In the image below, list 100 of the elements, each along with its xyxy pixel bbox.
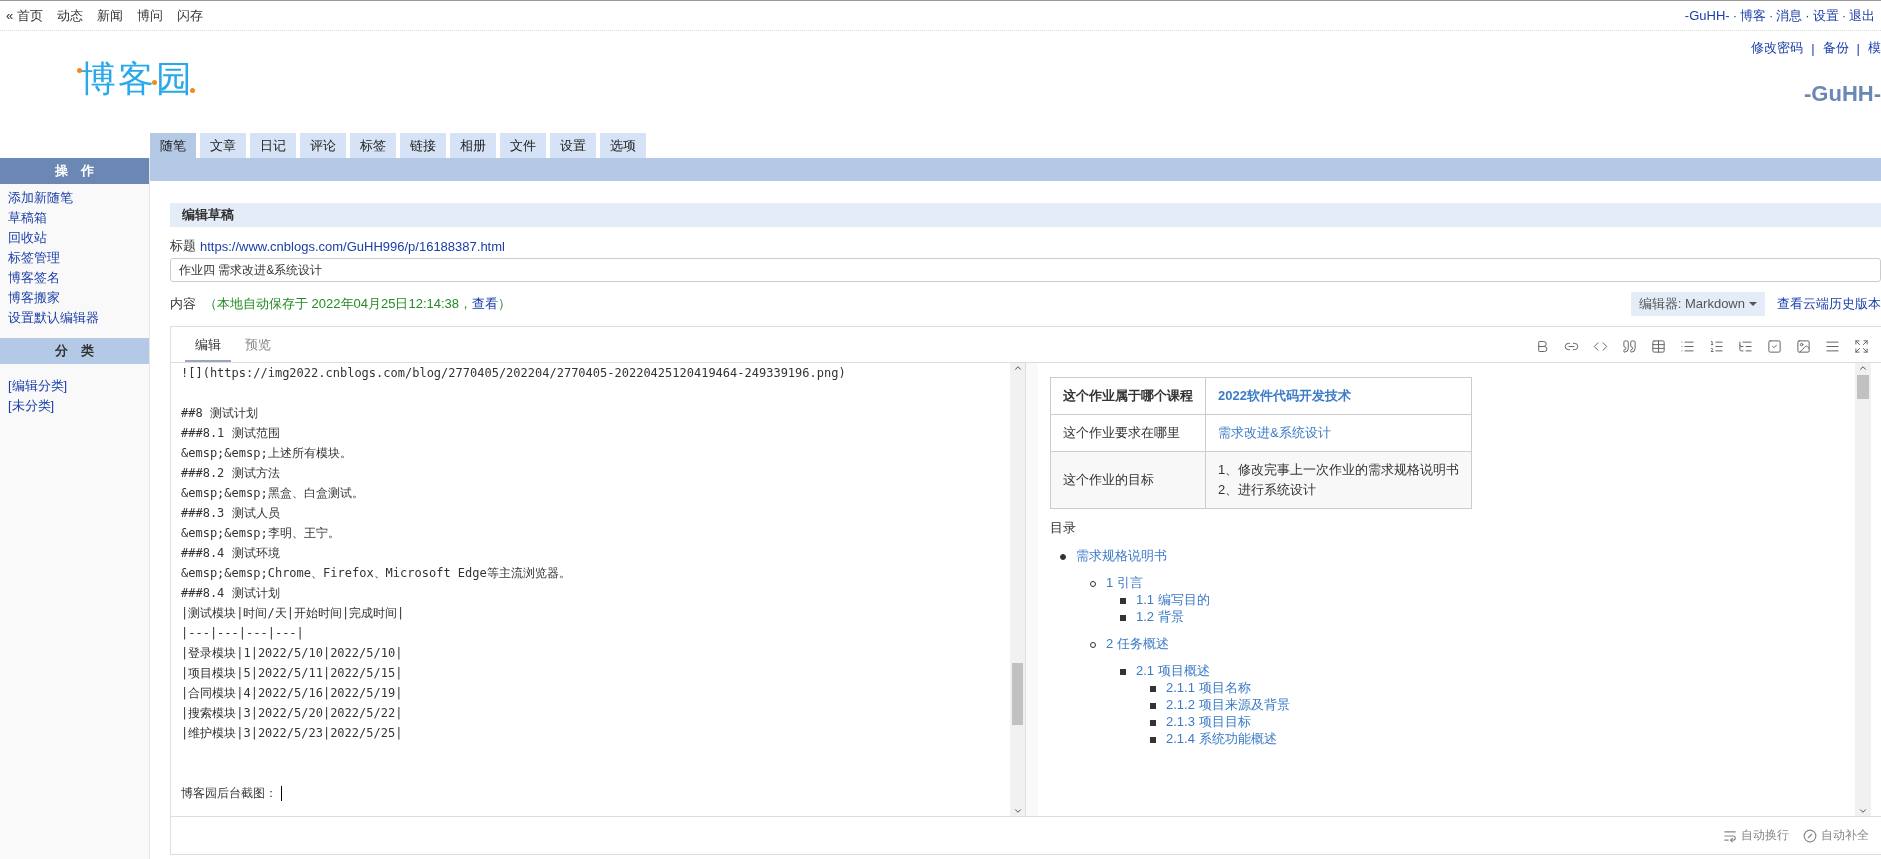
nav-tab[interactable]: 评论 [300,133,346,158]
view-link[interactable]: 查看 [472,296,499,311]
sidebar-link[interactable]: 博客签名 [8,268,141,288]
bullet-icon [1150,736,1156,743]
toc-link[interactable]: 2.1 项目概述 [1136,663,1210,678]
user-link[interactable]: -GuHH- [1684,8,1730,23]
user-link[interactable]: 设置 [1812,6,1839,25]
wrap-icon [1723,828,1737,843]
quote-icon[interactable] [1622,339,1637,354]
toc-link[interactable]: 2.1.2 项目来源及背景 [1166,697,1290,712]
fullscreen-icon[interactable] [1854,339,1869,354]
nav-tab[interactable]: 选项 [600,133,646,158]
bullet-icon [1060,553,1066,560]
nav-tab[interactable]: 文章 [200,133,246,158]
nav-link[interactable]: 闪存 [176,6,203,25]
scrollbar[interactable] [1855,363,1871,816]
numbered-list-icon[interactable] [1709,339,1724,354]
title-input[interactable]: 作业四 需求改进&系统设计 [170,258,1881,282]
outline-icon[interactable] [1738,339,1753,354]
editor-tab[interactable]: 编辑 [185,336,231,362]
panel-title: 编辑草稿 [170,203,1881,227]
bold-icon[interactable] [1535,339,1550,354]
nav-link[interactable]: 博问 [136,6,163,25]
separator: | [1811,40,1815,56]
account-link[interactable]: 模 [1868,39,1881,57]
history-link[interactable]: 查看云端历史版本 [1777,295,1881,313]
toc-link[interactable]: 需求规格说明书 [1076,548,1167,563]
status-toggle[interactable]: 自动换行 [1723,827,1789,844]
toc-link[interactable]: 1 引言 [1106,575,1143,590]
user-link[interactable]: 博客 [1739,6,1766,25]
table-cell: 2022软件代码开发技术 [1205,377,1472,415]
markdown-editor[interactable]: ![](https://img2022.cnblogs.com/blog/2770405/202204/2770405-20220425120419464-249339196.png) ##8 测试计划 ###8.1 测试范围 &emsp;&emsp;上述所有模块。 ###8.2 测试方法 &emsp;&emsp;黑盒、白盒测试。 ###8.3 测试人员 &emsp;&emsp;李明、王宁。 ###8.4 测试环境 &emsp;&emsp;Chrome、Firefox、Microsoft Edge等主流浏览器。 ###8.4 测试计划 |测试模块|时间/天|开始时间|完成时间| |---|---|---|---| |登录模块|1|2022/5/10|2022/5/10| |项目模块|5|2022/5/11|2022/5/15| |合同模块|4|2022/5/16|2022/5/19| |搜索模块|3|2022/5/20|2022/5/22| |维护模块|3|2022/5/23|2022/5/25| 博客园后台截图： [171,363,1010,816]
account-link[interactable]: 备份 [1822,39,1849,57]
nav-link[interactable]: « 首页 [6,6,43,25]
no-entry-icon [1803,828,1817,843]
editor-tab[interactable]: 预览 [235,336,281,362]
scroll-down-icon[interactable] [1858,806,1868,816]
nav-tab[interactable]: 链接 [400,133,446,158]
separator-dot: · [1732,8,1737,23]
sidebar-link[interactable]: 博客搬家 [8,288,141,308]
scroll-down-icon[interactable] [1012,806,1023,816]
bullet-icon [1120,668,1126,675]
field-label: 标题 [170,237,196,255]
sidebar-link[interactable]: 添加新随笔 [8,188,141,208]
toc-link[interactable]: 2.1.1 项目名称 [1166,680,1251,695]
editor-select[interactable]: 编辑器: Markdown [1630,292,1765,316]
toc-link[interactable]: 1.2 背景 [1136,609,1184,624]
bullet-icon [1120,614,1126,621]
bullet-icon [1150,685,1156,692]
table-icon[interactable] [1651,339,1666,354]
image-icon[interactable] [1796,339,1811,354]
account-link[interactable]: 修改密码 [1751,39,1804,57]
blog-title: -GuHH- [1804,81,1881,107]
user-link[interactable]: 消息 [1776,6,1803,25]
table-cell: 这个作业要求在哪里 [1050,414,1206,452]
separator: | [1856,40,1860,56]
scrollbar-thumb[interactable] [1857,375,1869,399]
bullet-icon [1150,702,1156,709]
toc-link[interactable]: 2 任务概述 [1106,636,1169,651]
sidebar-link[interactable]: [编辑分类] [8,376,141,396]
toc-link[interactable]: 1.1 编写目的 [1136,592,1210,607]
user-link[interactable]: 退出 [1849,6,1875,25]
nav-tab[interactable]: 标签 [350,133,396,158]
separator-dot: · [1841,8,1846,23]
nav-tab[interactable]: 随笔 [150,133,196,158]
toc-link[interactable]: 2.1.4 系统功能概述 [1166,731,1277,746]
nav-link[interactable]: 新闻 [96,6,123,25]
sidebar-header: 分 类 [0,338,149,364]
table-cell: 这个作业的目标 [1050,451,1206,509]
status-toggle[interactable]: 自动补全 [1803,827,1869,844]
table-cell: 1、修改完事上一次作业的需求规格说明书 2、进行系统设计 [1205,451,1472,509]
nav-tab[interactable]: 相册 [450,133,496,158]
table-cell: 需求改进&系统设计 [1205,414,1472,452]
lines-icon[interactable] [1825,339,1840,354]
sidebar-link[interactable]: 草稿箱 [8,208,141,228]
sidebar-link[interactable]: 回收站 [8,228,141,248]
scrollbar[interactable] [1010,363,1025,816]
nav-link[interactable]: 动态 [56,6,83,25]
bullet-icon [1150,719,1156,726]
scroll-up-icon[interactable] [1858,363,1868,373]
separator-dot: · [1768,8,1774,23]
sidebar-link[interactable]: 标签管理 [8,248,141,268]
table-cell: 这个作业属于哪个课程 [1050,377,1206,415]
checkbox-icon[interactable] [1767,339,1782,354]
scrollbar-thumb[interactable] [1012,663,1023,725]
bullet-list-icon[interactable] [1680,339,1695,354]
separator-dot: · [1805,8,1810,23]
nav-tab[interactable]: 文件 [500,133,546,158]
nav-tab[interactable]: 设置 [550,133,596,158]
sidebar-header: 操 作 [0,158,149,184]
code-icon[interactable] [1593,339,1608,354]
sidebar-link[interactable]: 设置默认编辑器 [8,308,141,328]
post-url-link[interactable]: https://www.cnblogs.com/GuHH996/p/16188387.html [200,238,505,254]
scroll-up-icon[interactable] [1012,363,1023,373]
field-label: 内容 [170,295,196,313]
sidebar-link[interactable]: [未分类] [8,396,141,416]
autosave-note: （本地自动保存于 2022年04月25日12:14:38，查看） [204,295,512,313]
nav-tab[interactable]: 日记 [250,133,296,158]
toc-link[interactable]: 2.1.3 项目目标 [1166,714,1251,729]
toc-title: 目录 [1050,519,1077,537]
